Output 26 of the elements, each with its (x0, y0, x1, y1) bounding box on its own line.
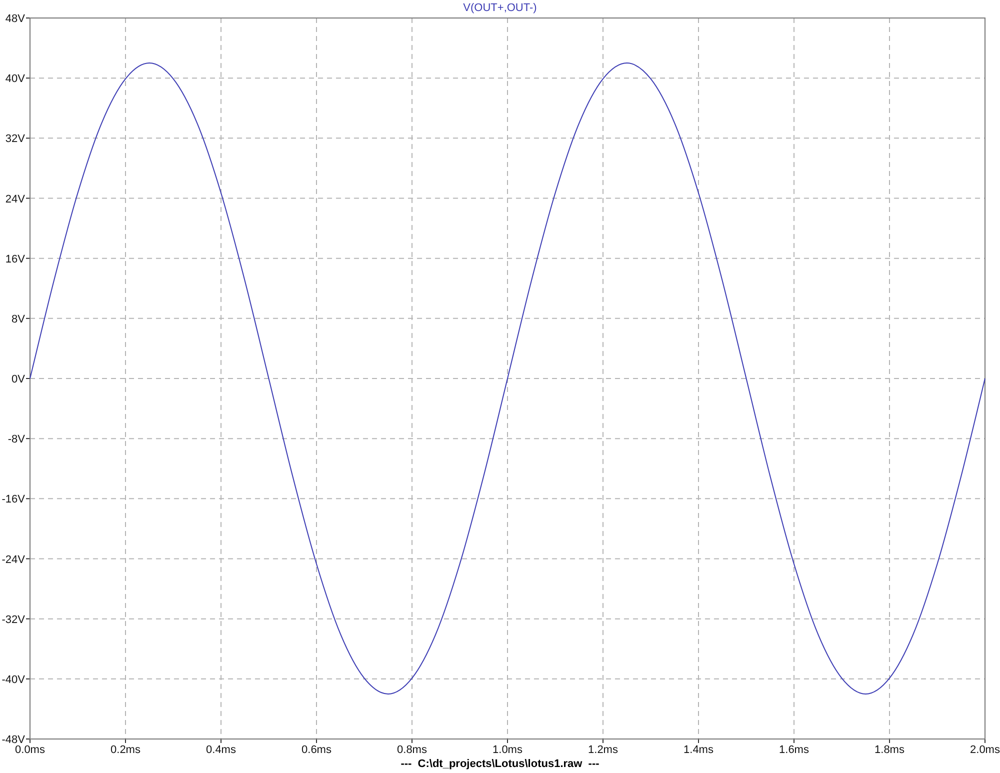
y-tick-label: 0V (12, 374, 25, 386)
x-tick-label: 1.0ms (492, 744, 522, 755)
y-tick-label: 32V (5, 133, 25, 146)
y-tick-label: 40V (5, 73, 25, 86)
y-tick-label: -8V (8, 434, 25, 446)
x-tick-label: 0.4ms (206, 744, 236, 755)
x-tick-label: 0.8ms (397, 744, 427, 755)
x-tick-label: 0.0ms (15, 744, 45, 755)
file-path-label: --- C:\dt_projects\Lotus\lotus1.raw --- (400, 758, 600, 770)
x-tick-label: 0.2ms (110, 744, 140, 755)
y-tick-label: 24V (5, 193, 25, 206)
y-tick-label: -48V (2, 734, 25, 746)
y-tick-label: 48V (5, 14, 25, 25)
y-tick-label: -16V (2, 494, 25, 506)
x-tick-label: 1.2ms (588, 744, 618, 755)
x-tick-label: 1.6ms (779, 744, 809, 755)
x-tick-label: 0.6ms (302, 744, 332, 755)
trace-name: V(OUT+,OUT-) (462, 2, 538, 14)
y-tick-label: -32V (2, 614, 25, 626)
y-tick-label: 16V (5, 253, 25, 266)
x-tick-label: 2.0ms (970, 744, 1000, 755)
x-tick-label: 1.8ms (874, 744, 904, 755)
y-tick-label: -40V (2, 674, 25, 686)
y-tick-label: 8V (12, 313, 25, 326)
x-tick-label: 1.4ms (684, 744, 714, 755)
y-tick-label: -24V (2, 554, 25, 566)
